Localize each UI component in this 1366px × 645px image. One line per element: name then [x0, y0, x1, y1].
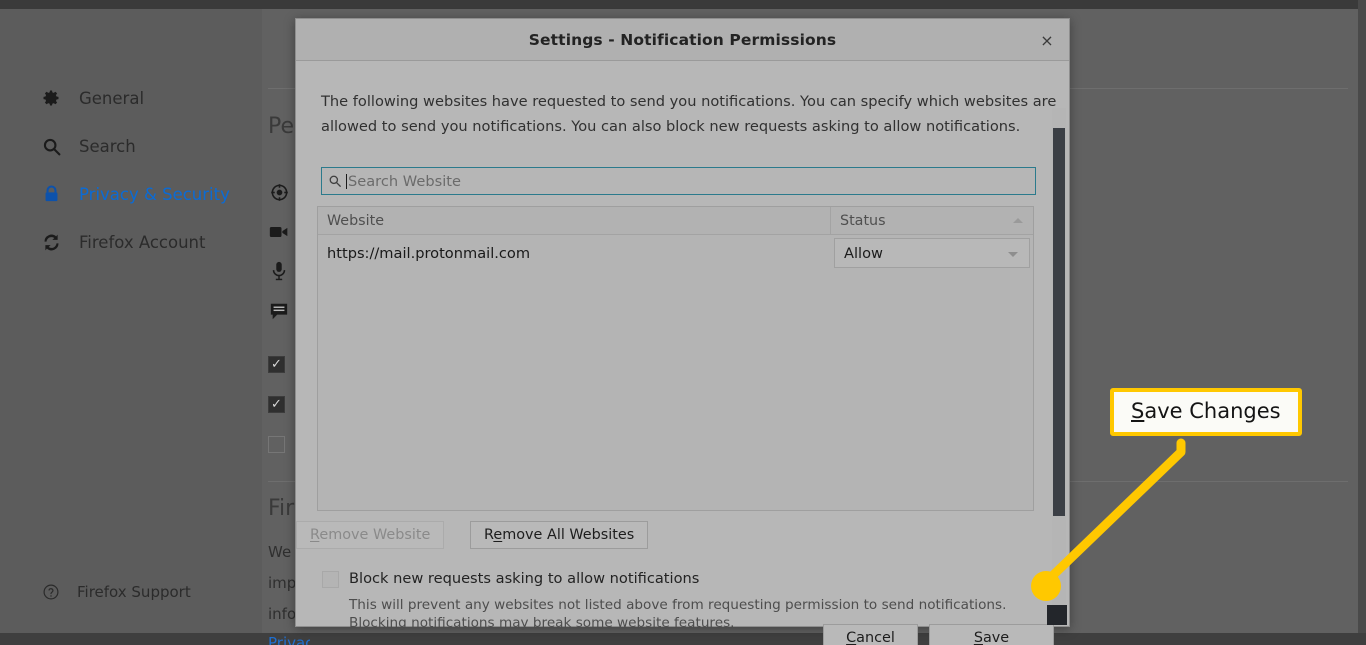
- microphone-icon: [269, 261, 289, 281]
- window-right-edge: [1358, 0, 1366, 645]
- status-dropdown-value: Allow: [844, 244, 883, 262]
- sidebar-item-label: General: [79, 88, 145, 108]
- column-header-status[interactable]: Status: [831, 207, 1033, 234]
- sidebar-item-general[interactable]: General: [40, 87, 144, 109]
- dialog-resize-grip[interactable]: [1047, 605, 1067, 625]
- callout-label: ave Changes: [1144, 399, 1281, 423]
- block-new-requests-label: Block new requests asking to allow notif…: [349, 570, 700, 587]
- cancel-label: ancel: [856, 630, 895, 645]
- save-changes-button[interactable]: Save Changes: [929, 624, 1054, 645]
- column-header-website[interactable]: Website: [318, 207, 831, 234]
- sidebar-item-label: Firefox Support: [77, 583, 191, 601]
- remove-website-accel: R: [310, 527, 320, 543]
- cancel-button[interactable]: Cancel: [823, 624, 918, 645]
- dialog-title: Settings - Notification Permissions: [528, 30, 837, 49]
- sidebar-item-label: Search: [79, 136, 136, 156]
- permissions-checkbox-3[interactable]: [268, 436, 285, 453]
- window-bottom-bar: [0, 633, 1366, 645]
- settings-sidebar: General Search Privacy & Security Firefo…: [0, 9, 262, 633]
- search-website-field[interactable]: [321, 167, 1036, 195]
- table-cell-status: Allow: [831, 238, 1033, 268]
- location-icon: [269, 182, 289, 202]
- dialog-scrollbar-thumb[interactable]: [1053, 128, 1065, 516]
- search-icon: [328, 173, 344, 189]
- sidebar-item-label: Privacy & Security: [79, 184, 230, 204]
- sidebar-item-firefox-account[interactable]: Firefox Account: [40, 231, 205, 253]
- notification-permissions-dialog: Settings - Notification Permissions × Th…: [295, 18, 1070, 645]
- window-top-bar: [0, 0, 1366, 9]
- privacy-notice-link[interactable]: Privacy Notice: [268, 634, 310, 645]
- permissions-table: Website Status https://mail.protonmail.c…: [317, 206, 1034, 511]
- help-circle-icon: [40, 581, 62, 603]
- sort-ascending-icon: [1013, 218, 1023, 223]
- callout-accel: S: [1131, 399, 1145, 423]
- camera-icon: [269, 222, 289, 242]
- dialog-scrollbar-track[interactable]: [1052, 108, 1066, 616]
- table-header-row: Website Status: [318, 207, 1033, 235]
- dialog-body: The following websites have requested to…: [296, 61, 1069, 645]
- gear-icon: [40, 87, 62, 109]
- sidebar-item-firefox-support[interactable]: Firefox Support: [40, 581, 191, 603]
- permissions-checkbox-2[interactable]: ✓: [268, 396, 285, 413]
- dialog-title-bar: Settings - Notification Permissions ×: [296, 19, 1069, 61]
- remove-all-websites-button[interactable]: RRemove All Websites: [470, 521, 649, 549]
- block-description-line1: This will prevent any websites not liste…: [349, 597, 1007, 613]
- remove-all-accel-e: e: [493, 527, 503, 543]
- remove-all-prefix: R: [484, 527, 494, 543]
- column-header-status-label: Status: [840, 212, 886, 229]
- remove-all-label: move All Websites: [502, 527, 635, 543]
- text-caret: [346, 173, 347, 189]
- chevron-down-icon: [1008, 252, 1018, 257]
- lock-icon: [40, 183, 62, 205]
- notification-icon: [269, 301, 289, 321]
- block-new-requests-checkbox[interactable]: [322, 571, 339, 588]
- cancel-accel: C: [846, 630, 857, 645]
- remove-website-label: emove Website: [319, 527, 431, 543]
- sidebar-item-privacy-security[interactable]: Privacy & Security: [40, 183, 230, 205]
- table-cell-website: https://mail.protonmail.com: [327, 244, 531, 262]
- remove-website-button[interactable]: Remove Website: [296, 521, 445, 549]
- search-input[interactable]: [348, 172, 1035, 190]
- sidebar-item-search[interactable]: Search: [40, 135, 136, 157]
- annotation-callout: Save Changes: [1110, 388, 1302, 436]
- save-label: ave Changes: [982, 630, 1010, 645]
- search-icon: [40, 135, 62, 157]
- close-icon[interactable]: ×: [1035, 29, 1059, 53]
- block-description-line2: Blocking notifications may break some we…: [349, 615, 735, 631]
- permissions-checkbox-1[interactable]: ✓: [268, 356, 285, 373]
- dialog-description-line1: The following websites have requested to…: [321, 93, 1057, 110]
- status-dropdown[interactable]: Allow: [834, 238, 1030, 268]
- sync-icon: [40, 231, 62, 253]
- sidebar-item-label: Firefox Account: [79, 232, 206, 252]
- save-accel: S: [973, 630, 983, 645]
- table-row[interactable]: https://mail.protonmail.com Allow: [318, 235, 1033, 271]
- dialog-description-line2: allowed to send you notifications. You c…: [321, 118, 1021, 135]
